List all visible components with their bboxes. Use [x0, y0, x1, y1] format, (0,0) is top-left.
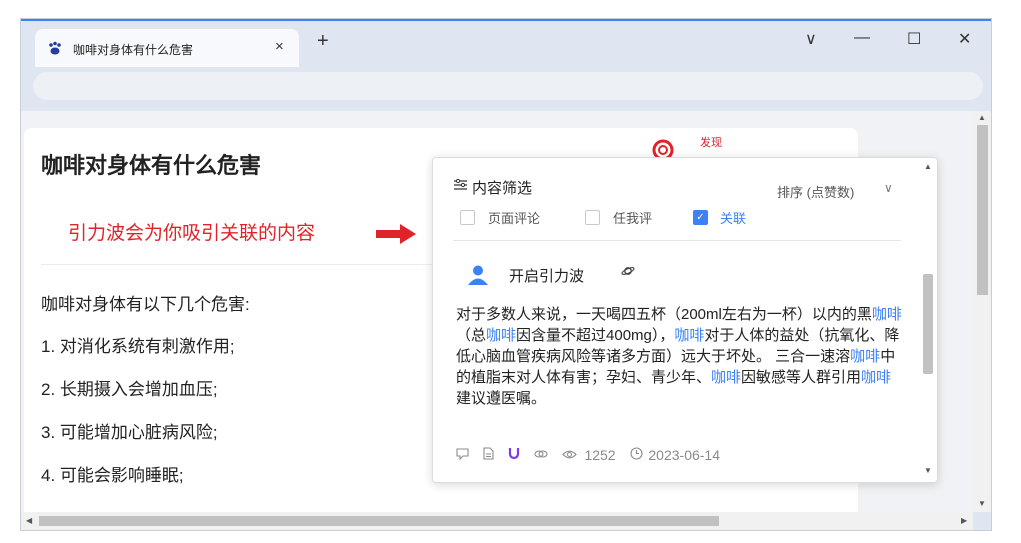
- body-line: 3. 可能增加心脏病风险;: [41, 423, 218, 442]
- magnet-icon[interactable]: [508, 447, 524, 463]
- answer-text-segment: （总: [456, 327, 487, 344]
- scroll-right-icon[interactable]: ▶: [961, 516, 967, 525]
- checkbox-label[interactable]: 关联: [720, 208, 746, 227]
- eye-icon: [561, 447, 581, 463]
- divider: [41, 264, 441, 265]
- hint-text: 引力波会为你吸引关联的内容: [68, 223, 316, 244]
- link-icon[interactable]: [534, 447, 552, 463]
- body-line: 2. 长期摄入会增加血压;: [41, 380, 218, 399]
- checkbox-free-review[interactable]: [585, 210, 600, 225]
- clock-icon: [629, 447, 647, 463]
- keyword-link[interactable]: 咖啡: [486, 327, 516, 344]
- keyword-link[interactable]: 咖啡: [872, 306, 902, 323]
- related-content-panel: 内容筛选 排序 (点赞数) ∨ 页面评论 任我评 ✓ 关联 开启引力波 对于多数…: [432, 157, 938, 483]
- discover-label[interactable]: 发现: [700, 134, 722, 150]
- chevron-down-icon[interactable]: ∨: [884, 181, 893, 195]
- discover-target-icon[interactable]: [636, 130, 696, 160]
- page-title: 咖啡对身体有什么危害: [41, 153, 262, 178]
- keyword-link[interactable]: 咖啡: [850, 348, 880, 365]
- answer-meta: 1252 2023-06-14: [456, 447, 730, 463]
- tab-list-dropdown-icon[interactable]: ∨: [805, 29, 817, 49]
- vertical-scroll-thumb[interactable]: [977, 125, 988, 295]
- right-arrow-icon: [376, 224, 416, 244]
- scroll-down-icon[interactable]: ▼: [924, 466, 932, 475]
- view-count: 1252: [584, 447, 616, 463]
- new-tab-button[interactable]: +: [317, 31, 329, 51]
- window-accent-bar: [21, 19, 991, 21]
- checkbox-page-comments[interactable]: [460, 210, 475, 225]
- answer-text: 对于多数人来说，一天喝四五杯（200ml左右为一杯）以内的黑咖啡（总咖啡因含量不…: [456, 304, 904, 409]
- baidu-paw-icon: [47, 40, 63, 56]
- document-icon[interactable]: [483, 447, 498, 463]
- keyword-link[interactable]: 咖啡: [674, 327, 704, 344]
- planet-icon: [621, 265, 635, 280]
- keyword-link[interactable]: 咖啡: [711, 369, 741, 386]
- body-line: 咖啡对身体有以下几个危害:: [41, 295, 250, 314]
- address-bar[interactable]: [33, 72, 983, 100]
- vertical-scrollbar[interactable]: ▲ ▼: [973, 111, 991, 512]
- browser-tab[interactable]: 咖啡对身体有什么危害 ×: [35, 29, 299, 67]
- keyword-link[interactable]: 咖啡: [861, 369, 891, 386]
- checkbox-related[interactable]: ✓: [693, 210, 708, 225]
- filter-icon: [454, 178, 467, 194]
- scroll-down-icon[interactable]: ▼: [978, 499, 986, 508]
- tab-close-icon[interactable]: ×: [275, 38, 284, 55]
- scroll-up-icon[interactable]: ▲: [978, 113, 986, 122]
- comment-icon[interactable]: [456, 447, 473, 463]
- answer-text-segment: 建议遵医嘱。: [456, 390, 547, 407]
- checkbox-label[interactable]: 页面评论: [488, 208, 540, 227]
- filter-title: 内容筛选: [472, 180, 533, 197]
- horizontal-scrollbar[interactable]: ◀ ▶: [21, 512, 973, 530]
- publish-date: 2023-06-14: [648, 447, 721, 463]
- answer-text-segment: 因含量不超过400mg），: [516, 327, 675, 344]
- minimize-button[interactable]: —: [854, 29, 870, 47]
- panel-scroll-thumb[interactable]: [923, 274, 933, 374]
- body-line: 4. 可能会影响睡眠;: [41, 466, 184, 485]
- tab-title: 咖啡对身体有什么危害: [73, 43, 194, 57]
- body-line: 1. 对消化系统有刺激作用;: [41, 337, 235, 356]
- user-avatar-icon: [468, 265, 488, 285]
- horizontal-scroll-thumb[interactable]: [39, 516, 719, 526]
- sort-dropdown[interactable]: 排序 (点赞数): [777, 182, 854, 201]
- answer-text-segment: 因敏感等人群引用: [741, 369, 862, 386]
- divider: [453, 240, 901, 241]
- author-name[interactable]: 开启引力波: [509, 265, 584, 286]
- scroll-left-icon[interactable]: ◀: [26, 516, 32, 525]
- close-window-button[interactable]: ✕: [958, 29, 971, 49]
- answer-text-segment: 对于多数人来说，一天喝四五杯（200ml左右为一杯）以内的黑: [456, 306, 872, 323]
- maximize-button[interactable]: ☐: [907, 29, 921, 49]
- panel-scrollbar[interactable]: ▲ ▼: [920, 158, 936, 482]
- checkbox-label[interactable]: 任我评: [613, 208, 652, 227]
- scroll-up-icon[interactable]: ▲: [924, 162, 932, 171]
